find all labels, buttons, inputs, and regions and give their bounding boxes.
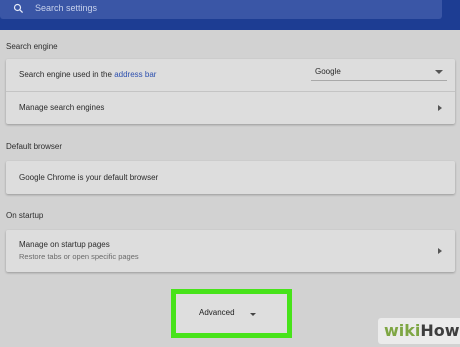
search-engine-row: Search engine used in the address bar Go… <box>6 59 455 90</box>
manage-startup-pages-subtitle: Restore tabs or open specific pages <box>19 252 139 261</box>
search-engine-select[interactable]: Google <box>311 66 447 81</box>
search-engine-card: Search engine used in the address bar Go… <box>6 59 455 124</box>
chevron-down-icon <box>250 313 256 316</box>
chevron-down-icon <box>435 70 443 74</box>
manage-search-engines-row[interactable]: Manage search engines <box>6 92 455 124</box>
section-title-search-engine: Search engine <box>6 42 58 51</box>
section-title-default-browser: Default browser <box>6 142 63 151</box>
search-input[interactable]: Search settings <box>35 3 97 13</box>
search-engine-select-value: Google <box>315 67 341 76</box>
chevron-right-icon <box>438 105 442 111</box>
advanced-label: Advanced <box>199 308 235 317</box>
default-browser-status: Google Chrome is your default browser <box>19 173 159 182</box>
default-browser-card: Google Chrome is your default browser <box>6 161 455 194</box>
on-startup-card[interactable]: Manage on startup pages Restore tabs or … <box>6 230 455 272</box>
address-bar-link[interactable]: address bar <box>114 70 156 79</box>
search-icon <box>13 3 24 14</box>
watermark-logo: wikiHow <box>384 321 460 340</box>
wikihow-watermark: wikiHow <box>378 318 460 344</box>
search-box[interactable]: Search settings <box>0 0 442 19</box>
section-title-on-startup: On startup <box>6 211 44 220</box>
chevron-right-icon <box>438 248 442 254</box>
manage-startup-pages-label: Manage on startup pages <box>19 240 110 249</box>
settings-header: Search settings <box>0 0 460 30</box>
manage-search-engines-label: Manage search engines <box>19 103 105 112</box>
search-engine-used-label: Search engine used in the address bar <box>19 70 157 79</box>
advanced-button[interactable]: Advanced <box>176 294 287 333</box>
